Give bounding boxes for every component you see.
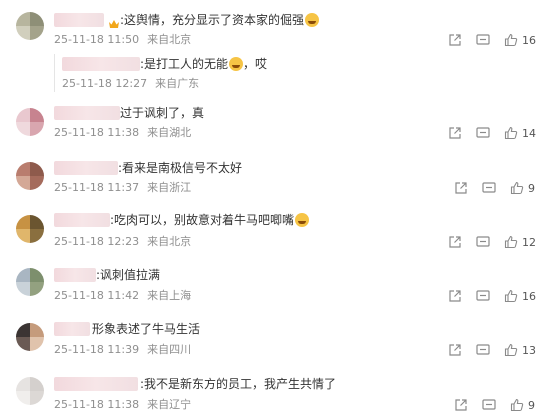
like-count: 12 xyxy=(522,235,536,249)
username-masked[interactable] xyxy=(54,13,104,27)
share-icon[interactable] xyxy=(448,33,462,47)
like-count: 9 xyxy=(528,398,535,412)
share-icon[interactable] xyxy=(448,126,462,140)
comment-text: 过于讽刺了，真 xyxy=(120,106,205,120)
comment-location: 来自北京 xyxy=(147,33,192,46)
comment-location: 来自北京 xyxy=(147,235,192,248)
username-masked[interactable] xyxy=(62,57,140,71)
comment-text: :我不是新东方的员工，我产生共情了 xyxy=(140,377,337,391)
comment-actions: 14 xyxy=(448,125,536,141)
comment-text: :讽刺值拉满 xyxy=(96,268,161,282)
reply-meta: 25-11-18 12:27 来自广东 xyxy=(62,77,199,91)
comment-meta: 25-11-18 11:50 来自北京 xyxy=(54,33,191,47)
comment-icon[interactable] xyxy=(476,33,490,47)
share-icon[interactable] xyxy=(454,181,468,195)
thumbs-up-icon[interactable] xyxy=(504,343,518,357)
emoji-icon xyxy=(305,13,320,27)
avatar[interactable] xyxy=(16,162,44,190)
comment-location: 来自浙江 xyxy=(147,181,192,194)
share-icon[interactable] xyxy=(454,398,468,412)
emoji-icon xyxy=(295,213,310,227)
comment-text: :看来是南极信号不太好 xyxy=(118,161,243,175)
like-count: 16 xyxy=(522,33,536,47)
thumbs-up-icon[interactable] xyxy=(510,398,524,412)
comment-icon[interactable] xyxy=(476,126,490,140)
reply-time: 25-11-18 12:27 xyxy=(62,77,148,90)
thumbs-up-icon[interactable] xyxy=(504,289,518,303)
comment-time: 25-11-18 11:38 xyxy=(54,398,140,411)
comment-actions: 9 xyxy=(454,397,535,413)
comment-location: 来自上海 xyxy=(147,289,192,302)
username-masked[interactable] xyxy=(54,268,96,282)
vip-badge-icon xyxy=(106,13,120,32)
comment-time: 25-11-18 11:50 xyxy=(54,33,140,46)
comment-icon[interactable] xyxy=(476,235,490,249)
thumbs-up-icon[interactable] xyxy=(504,235,518,249)
comment-meta: 25-11-18 11:39 来自四川 xyxy=(54,343,191,357)
comment-actions: 9 xyxy=(454,180,535,196)
username-masked[interactable] xyxy=(54,161,118,175)
like-count: 16 xyxy=(522,289,536,303)
avatar[interactable] xyxy=(16,377,44,405)
comment-location: 来自辽宁 xyxy=(147,398,192,411)
username-masked[interactable] xyxy=(54,322,90,336)
comment-time: 25-11-18 11:38 xyxy=(54,126,140,139)
comment-time: 25-11-18 11:42 xyxy=(54,289,140,302)
comment-actions: 13 xyxy=(448,342,536,358)
avatar[interactable] xyxy=(16,12,44,40)
like-count: 14 xyxy=(522,126,536,140)
thumbs-up-icon[interactable] xyxy=(504,33,518,47)
comment-meta: 25-11-18 11:38 来自湖北 xyxy=(54,126,191,140)
reply-text: :是打工人的无能 ，哎 xyxy=(140,57,268,71)
thumbs-up-icon[interactable] xyxy=(504,126,518,140)
comment-text: :吃肉可以，别故意对着牛马吧唧嘴 xyxy=(110,212,310,228)
comment-icon[interactable] xyxy=(476,343,490,357)
comment-text: 形象表述了牛马生活 xyxy=(92,322,201,336)
like-count: 13 xyxy=(522,343,536,357)
avatar[interactable] xyxy=(16,215,44,243)
comment-time: 25-11-18 11:37 xyxy=(54,181,140,194)
comment-location: 来自四川 xyxy=(147,343,192,356)
comment-actions: 12 xyxy=(448,234,536,250)
comment-time: 25-11-18 12:23 xyxy=(54,235,140,248)
reply-divider xyxy=(54,54,55,92)
username-masked[interactable] xyxy=(54,377,138,391)
comment-text: :这舆情，充分显示了资本家的倔强 xyxy=(120,12,320,28)
avatar[interactable] xyxy=(16,108,44,136)
share-icon[interactable] xyxy=(448,235,462,249)
comment-icon[interactable] xyxy=(482,398,496,412)
emoji-icon xyxy=(229,57,244,71)
avatar[interactable] xyxy=(16,268,44,296)
comment-time: 25-11-18 11:39 xyxy=(54,343,140,356)
comment-location: 来自湖北 xyxy=(147,126,192,139)
username-masked[interactable] xyxy=(54,106,120,120)
comment-icon[interactable] xyxy=(482,181,496,195)
reply-location: 来自广东 xyxy=(155,77,200,90)
comment-meta: 25-11-18 11:42 来自上海 xyxy=(54,289,191,303)
share-icon[interactable] xyxy=(448,289,462,303)
thumbs-up-icon[interactable] xyxy=(510,181,524,195)
username-masked[interactable] xyxy=(54,213,110,227)
comment-meta: 25-11-18 11:38 来自辽宁 xyxy=(54,398,191,412)
like-count: 9 xyxy=(528,181,535,195)
comment-meta: 25-11-18 11:37 来自浙江 xyxy=(54,181,191,195)
comment-meta: 25-11-18 12:23 来自北京 xyxy=(54,235,191,249)
comment-icon[interactable] xyxy=(476,289,490,303)
comment-actions: 16 xyxy=(448,32,536,48)
comment-actions: 16 xyxy=(448,288,536,304)
share-icon[interactable] xyxy=(448,343,462,357)
avatar[interactable] xyxy=(16,323,44,351)
